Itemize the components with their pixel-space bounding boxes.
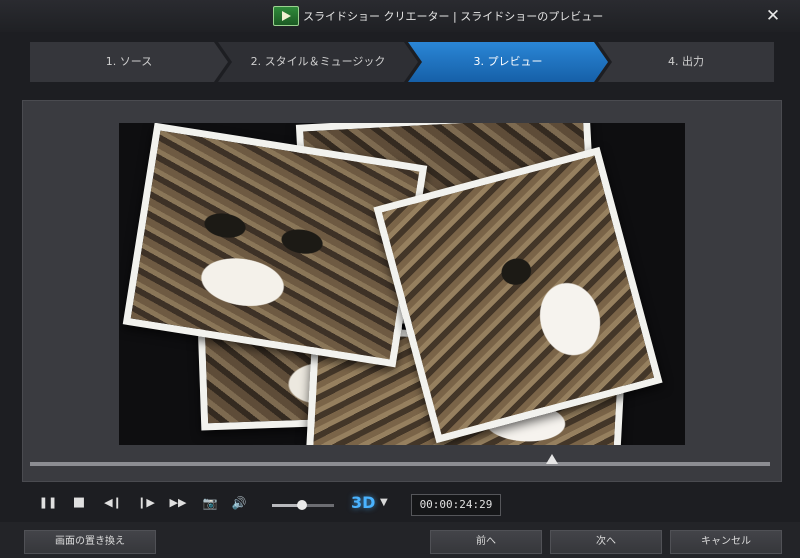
volume-thumb[interactable]	[296, 500, 307, 510]
timeline-slider[interactable]	[30, 454, 770, 466]
fast-forward-icon[interactable]: ▶▶	[167, 494, 189, 512]
volume-icon[interactable]: 🔊	[228, 494, 250, 512]
stop-icon[interactable]: ■	[68, 494, 90, 512]
volume-slider[interactable]	[272, 500, 334, 510]
step-preview[interactable]: 3. プレビュー	[408, 42, 608, 82]
chevron-down-icon[interactable]: ▼	[380, 497, 388, 508]
preview-stage	[119, 123, 685, 445]
back-button[interactable]: 前へ	[430, 530, 542, 554]
timeline-thumb[interactable]	[545, 454, 558, 464]
wizard-steps: 1. ソース 2. スタイル＆ミュージック 3. プレビュー 4. 出力	[30, 42, 774, 82]
slide-photo	[122, 123, 428, 368]
step-output[interactable]: 4. 出力	[598, 42, 774, 82]
step-source[interactable]: 1. ソース	[30, 42, 228, 82]
timecode-display: 00:00:24:29	[411, 494, 501, 516]
swap-screen-button[interactable]: 画面の置き換え	[24, 530, 156, 554]
app-logo-icon	[273, 6, 299, 26]
fps-value[interactable]: 3D	[351, 493, 375, 512]
pause-icon[interactable]: ❚❚	[37, 494, 59, 512]
title-bar: スライドショー クリエーター | スライドショーのプレビュー ✕	[0, 0, 800, 32]
prev-frame-icon[interactable]: ◀❙	[102, 494, 124, 512]
step-style-music[interactable]: 2. スタイル＆ミュージック	[218, 42, 418, 82]
cancel-button[interactable]: キャンセル	[670, 530, 782, 554]
next-frame-icon[interactable]: ❙▶	[135, 494, 157, 512]
close-button[interactable]: ✕	[762, 5, 784, 27]
preview-panel	[22, 100, 782, 482]
next-button[interactable]: 次へ	[550, 530, 662, 554]
window-title: スライドショー クリエーター | スライドショーのプレビュー	[303, 10, 604, 23]
camera-icon[interactable]: 📷	[199, 494, 221, 512]
